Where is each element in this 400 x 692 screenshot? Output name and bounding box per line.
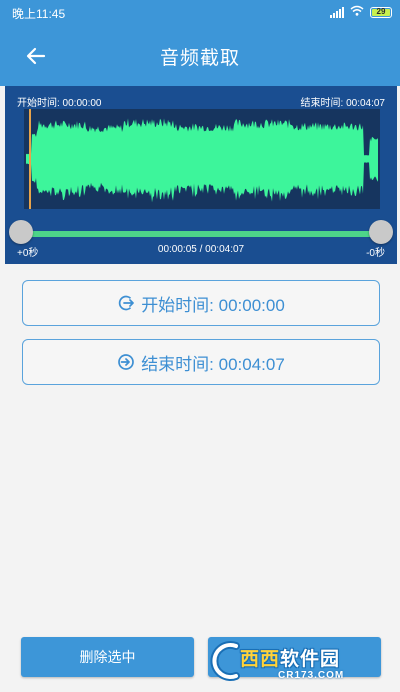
waveform-end-label: 结束时间: 00:04:07 (300, 98, 385, 109)
status-bar: 晚上11:45 29 (0, 0, 400, 25)
delete-selected-button[interactable]: 删除选中 (21, 637, 194, 677)
battery-level-text: 29 (376, 6, 386, 16)
waveform-panel: 开始时间: 00:00:00 结束时间: 00:04:07 +0秒 00:00:… (5, 86, 397, 264)
range-track[interactable] (17, 231, 385, 237)
right-action-button[interactable] (208, 637, 381, 677)
waveform-start-label: 开始时间: 00:00:00 (17, 98, 102, 109)
waveform-graph (26, 118, 378, 203)
playback-position: 00:00:05 / 00:04:07 (157, 244, 245, 255)
wifi-icon (350, 3, 364, 21)
end-time-button[interactable]: 结束时间: 00:04:07 (22, 339, 380, 385)
page-title: 音频截取 (159, 48, 240, 69)
delete-selected-label: 删除选中 (79, 649, 136, 665)
waveform-display[interactable] (24, 109, 380, 209)
waveform-header: 开始时间: 00:00:00 结束时间: 00:04:07 (17, 94, 385, 109)
start-time-label: 开始时间: 00:00:00 (141, 295, 285, 315)
start-time-button[interactable]: 开始时间: 00:00:00 (22, 280, 380, 326)
battery-icon: 29 (370, 6, 392, 18)
waveform-shape (26, 118, 378, 203)
status-icons: 29 (330, 4, 392, 20)
playhead-marker[interactable] (29, 109, 31, 209)
status-time: 晚上11:45 (12, 7, 66, 21)
end-time-label: 结束时间: 00:04:07 (141, 354, 285, 374)
range-end-handle[interactable] (369, 220, 393, 244)
range-start-handle[interactable] (9, 220, 33, 244)
arrow-circle-right-in-icon (117, 353, 135, 371)
arrow-circle-right-out-icon (117, 294, 135, 312)
end-offset-label: -0秒 (366, 248, 385, 259)
app-bar: 音频截取 (0, 25, 400, 86)
signal-icon (330, 6, 344, 18)
